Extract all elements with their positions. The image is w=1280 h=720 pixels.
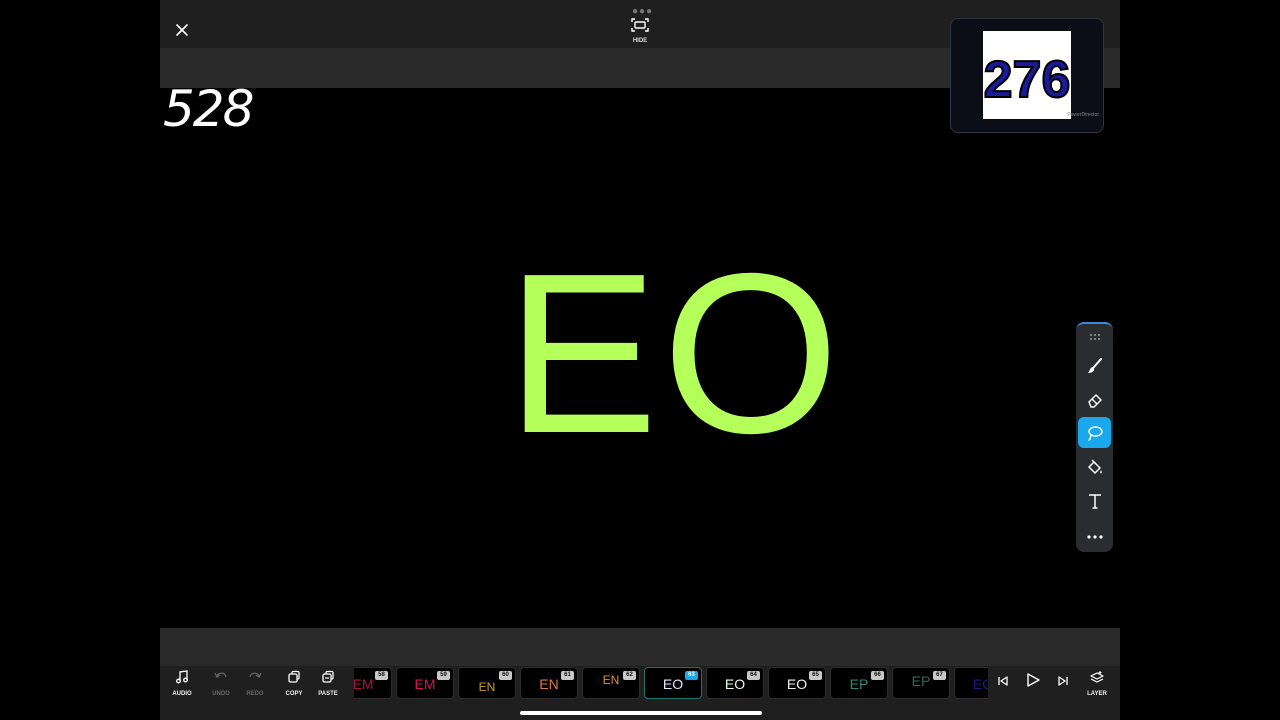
audio-button[interactable]: AUDIO (167, 670, 197, 697)
frame-strip[interactable]: EM 58 EM 59 EN 60 EN 61 EN 62 EO 63 EO 6… (354, 666, 988, 700)
skip-forward-icon (1058, 676, 1068, 686)
frame-number-badge: 67 (933, 671, 946, 680)
undo-label: UNDO (212, 691, 230, 697)
eraser-tool[interactable] (1078, 384, 1111, 415)
frame-number-badge: 61 (561, 671, 574, 680)
close-icon (176, 24, 188, 36)
frame-number-badge: 65 (809, 671, 822, 680)
text-icon (1088, 493, 1101, 509)
skip-back-icon (998, 676, 1008, 686)
eraser-icon (1087, 393, 1102, 408)
frame-number-badge: 66 (871, 671, 884, 680)
frame-number: 528 (163, 80, 254, 138)
undo-button[interactable]: UNDO (206, 670, 236, 697)
music-note-icon (176, 670, 188, 684)
fill-bucket-icon (1087, 458, 1102, 474)
redo-button[interactable]: REDO (240, 670, 270, 697)
frame-content: EQ (972, 676, 988, 692)
canvas-drawing-text[interactable]: EO (506, 240, 843, 468)
frame-number-badge: 59 (437, 671, 450, 680)
preview-image: 276 (983, 31, 1071, 119)
preview-thumbnail[interactable]: 276 PowerDirector (950, 18, 1104, 133)
frame-thumbnail[interactable]: EM 59 (396, 667, 454, 699)
grab-handle-icon[interactable]: ●●● (632, 6, 653, 17)
next-frame-button[interactable] (1053, 674, 1073, 692)
hide-icon (631, 18, 649, 32)
home-indicator[interactable] (520, 711, 762, 715)
play-button[interactable] (1023, 672, 1043, 693)
frame-thumbnail[interactable]: EQ (954, 667, 988, 699)
lasso-icon (1087, 425, 1103, 441)
paste-icon (322, 670, 334, 683)
copy-button[interactable]: COPY (279, 670, 309, 697)
paste-label: PASTE (318, 691, 338, 697)
frame-number-badge: 62 (623, 671, 636, 680)
layer-label: LAYER (1087, 691, 1107, 697)
brush-tool[interactable] (1078, 350, 1111, 381)
preview-caption: PowerDirector (1067, 112, 1099, 118)
paste-button[interactable]: PASTE (313, 670, 343, 697)
tool-palette (1076, 322, 1113, 552)
play-icon (1027, 673, 1040, 687)
layers-icon (1090, 671, 1104, 683)
more-icon (1086, 534, 1103, 539)
lasso-tool[interactable] (1078, 417, 1111, 448)
frame-thumbnail[interactable]: EN 62 (582, 667, 640, 699)
frame-thumbnail[interactable]: EO 64 (706, 667, 764, 699)
hide-label: HIDE (632, 38, 648, 44)
close-button[interactable] (172, 20, 192, 40)
frame-number-badge: 64 (747, 671, 760, 680)
layer-button[interactable]: LAYER (1082, 670, 1112, 697)
undo-icon (214, 672, 227, 678)
audio-label: AUDIO (172, 691, 192, 697)
frame-thumbnail[interactable]: EM 58 (354, 667, 392, 699)
copy-label: COPY (285, 691, 303, 697)
redo-label: REDO (246, 691, 264, 697)
fill-tool[interactable] (1078, 451, 1111, 482)
animation-app: ●●● HIDE 528 EO 276 PowerDirector AUDIO … (160, 0, 1120, 720)
frame-thumbnail[interactable]: EO 65 (768, 667, 826, 699)
text-tool[interactable] (1078, 485, 1111, 516)
more-tools-button[interactable] (1078, 521, 1111, 552)
preview-drawing: 276 (983, 31, 1071, 119)
frame-thumbnail[interactable]: EP 66 (830, 667, 888, 699)
frame-number-badge: 63 (685, 671, 698, 680)
copy-icon (288, 670, 300, 683)
frame-thumbnail-selected[interactable]: EO 63 (644, 667, 702, 699)
preview-number: 276 (984, 51, 1071, 109)
palette-grip-icon[interactable] (1078, 326, 1111, 348)
hide-button[interactable]: HIDE (626, 18, 654, 46)
previous-frame-button[interactable] (993, 674, 1013, 692)
frame-thumbnail[interactable]: EN 60 (458, 667, 516, 699)
frame-content: EN (478, 680, 496, 694)
timeline-track (160, 628, 1120, 666)
frame-number-badge: 58 (375, 671, 388, 680)
frame-number-badge: 60 (499, 671, 512, 680)
redo-icon (249, 672, 262, 678)
frame-thumbnail[interactable]: EN 61 (520, 667, 578, 699)
frame-thumbnail[interactable]: EP 67 (892, 667, 950, 699)
brush-icon (1087, 357, 1102, 373)
